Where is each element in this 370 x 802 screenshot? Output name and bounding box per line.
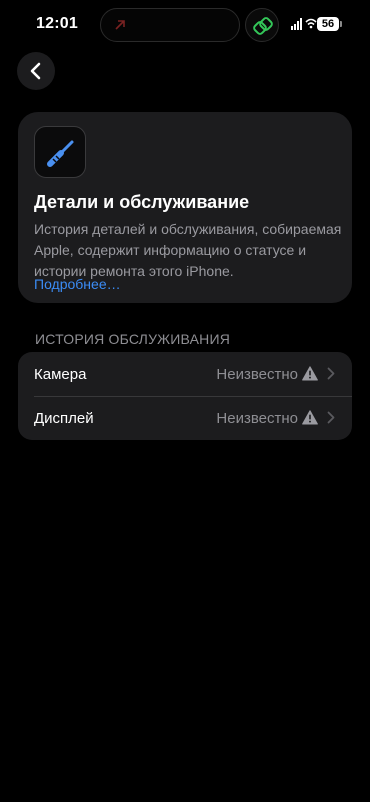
battery-cap: [340, 21, 342, 27]
battery-indicator: 56: [317, 17, 339, 31]
chevron-right-icon: [327, 411, 335, 424]
row-label: Дисплей: [34, 410, 94, 427]
screen-recording-icon: [115, 20, 125, 30]
warning-icon: [302, 366, 318, 381]
status-bar: 12:01 56: [0, 0, 370, 52]
chevron-left-icon: [30, 62, 41, 80]
chevron-right-icon: [327, 367, 335, 380]
section-header: ИСТОРИЯ ОБСЛУЖИВАНИЯ: [35, 331, 231, 347]
wifi-icon: [305, 18, 317, 29]
dynamic-island: [100, 8, 240, 42]
page-title: Детали и обслуживание: [34, 192, 250, 212]
row-status: Неизвестно: [216, 410, 298, 427]
description-text: История деталей и обслуживания, собираем…: [34, 221, 342, 279]
warning-icon: [302, 410, 318, 425]
cellular-signal-icon: [291, 18, 302, 30]
list-item-camera[interactable]: Камера Неизвестно: [18, 352, 352, 397]
link-icon: [253, 17, 273, 35]
learn-more-link[interactable]: Подробнее…: [34, 274, 121, 295]
live-activity-indicator[interactable]: [245, 8, 279, 42]
screwdriver-icon: [47, 140, 74, 167]
row-label: Камера: [34, 366, 87, 383]
list-item-display[interactable]: Дисплей Неизвестно: [18, 396, 352, 440]
row-status: Неизвестно: [216, 366, 298, 383]
battery-level: 56: [321, 18, 335, 30]
back-button[interactable]: [17, 52, 55, 90]
info-card: Детали и обслуживание История деталей и …: [18, 112, 352, 303]
parts-service-app-icon: [34, 126, 86, 178]
status-time: 12:01: [36, 15, 78, 32]
service-history-list: Камера Неизвестно Дисплей Неизвестно: [18, 352, 352, 440]
